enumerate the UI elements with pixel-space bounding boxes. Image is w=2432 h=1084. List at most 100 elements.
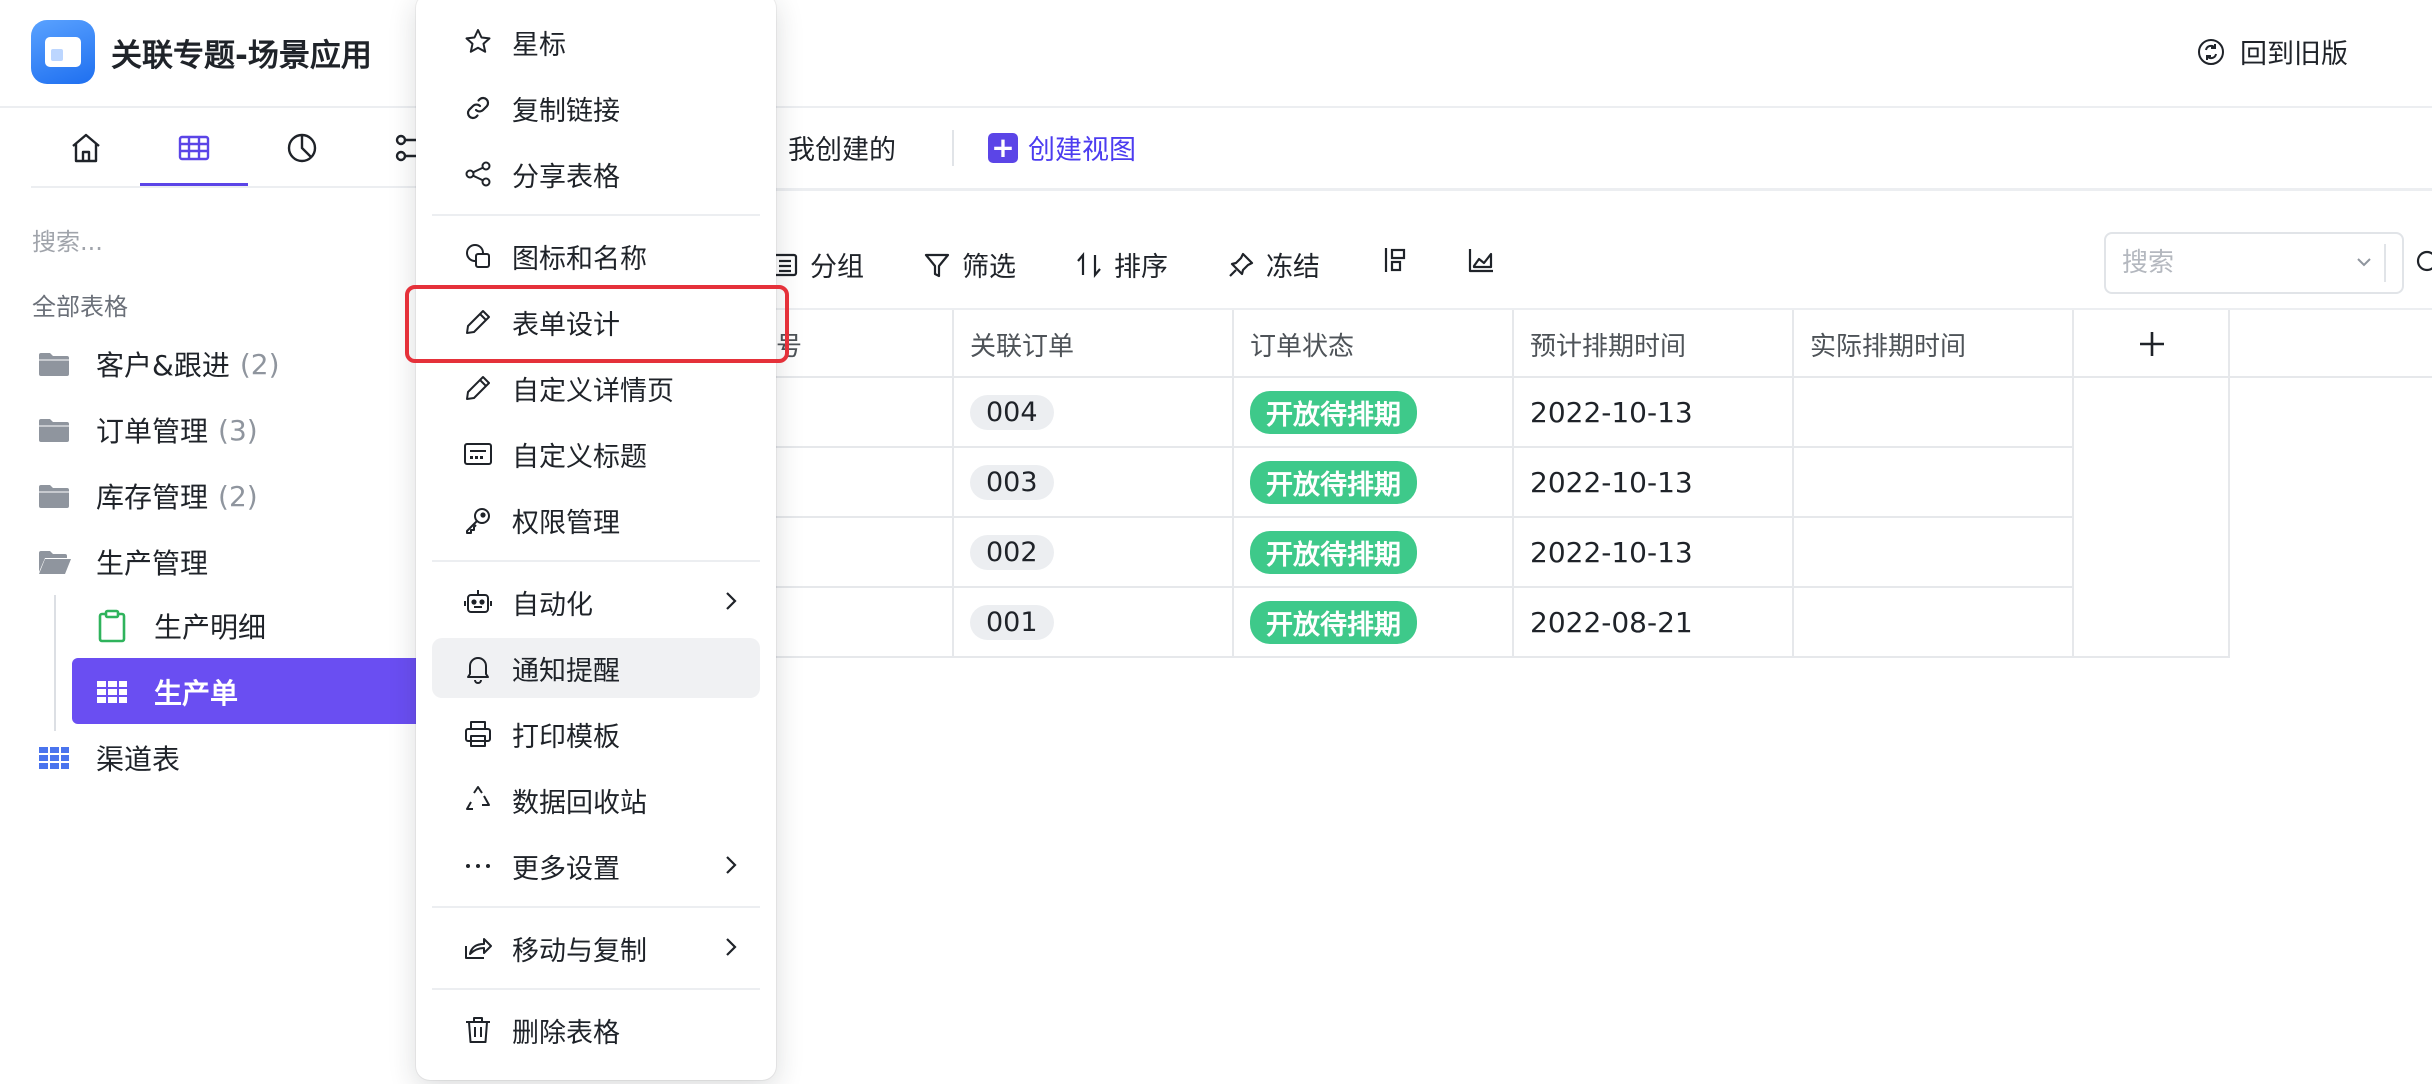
column-header-related-order[interactable]: 关联订单 (954, 312, 1232, 376)
sidebar-item-count: (3) (218, 413, 258, 447)
table-cell-planned[interactable]: 2022-08-21 (1514, 587, 1792, 657)
sidebar-item-label: 生产单 (154, 677, 239, 710)
table-grid-icon (178, 135, 210, 161)
title-icon (464, 443, 492, 465)
sort-icon (1077, 251, 1101, 278)
table-cell-order[interactable]: 004 (954, 377, 1232, 447)
menu-item-label: 打印模板 (512, 721, 620, 753)
sidebar-item-inventory[interactable]: 库存管理 (2) (36, 468, 258, 524)
view-my-created[interactable]: 我创建的 (762, 128, 896, 167)
freeze-label: 冻结 (1266, 252, 1320, 283)
share-icon (465, 161, 491, 187)
sidebar-item-production[interactable]: 生产管理 (36, 534, 208, 590)
bell-icon (467, 657, 489, 684)
table-cell-actual[interactable] (1794, 377, 2072, 447)
table-cell-planned[interactable]: 2022-10-13 (1514, 517, 1792, 587)
menu-divider (432, 214, 760, 216)
table-cell-actual[interactable] (1794, 587, 2072, 657)
menu-item-more-settings[interactable]: 更多设置 (432, 836, 760, 896)
table-cell-status[interactable]: 开放待排期 (1234, 447, 1512, 517)
chevron-right-icon (726, 856, 737, 874)
tab-home[interactable] (46, 127, 126, 169)
table-cell-planned[interactable]: 2022-10-13 (1514, 377, 1792, 447)
column-header-actual-time[interactable]: 实际排期时间 (1794, 312, 2072, 376)
table-search-input[interactable] (2122, 248, 2322, 278)
sidebar-item-production-order[interactable]: 生产单 (94, 664, 238, 720)
table-cell-order[interactable]: 002 (954, 517, 1232, 587)
tab-charts[interactable] (262, 127, 342, 169)
table-cell-order[interactable]: 001 (954, 587, 1232, 657)
more-icon (466, 864, 490, 868)
table-cell-order[interactable]: 003 (954, 447, 1232, 517)
sidebar-item-label: 生产管理 (96, 547, 209, 580)
sidebar-item-orders[interactable]: 订单管理 (3) (36, 402, 258, 458)
menu-item-custom-detail-page[interactable]: 自定义详情页 (432, 358, 760, 418)
table-cell-status[interactable]: 开放待排期 (1234, 377, 1512, 447)
move-icon (465, 938, 492, 959)
filter-label: 筛选 (962, 252, 1016, 283)
create-view-button[interactable]: + 创建视图 (988, 128, 1136, 167)
menu-item-print-template[interactable]: 打印模板 (432, 704, 760, 764)
table-cell-actual[interactable] (1794, 447, 2072, 517)
view-my-created-label: 我创建的 (788, 135, 896, 166)
menu-item-label: 数据回收站 (512, 787, 647, 819)
column-header-order-status[interactable]: 订单状态 (1234, 312, 1512, 376)
back-old-version-button[interactable]: 回到旧版 (2196, 32, 2348, 71)
plus-icon (2140, 332, 2164, 356)
chevron-down-icon[interactable] (2352, 250, 2376, 274)
link-icon (466, 96, 490, 120)
menu-item-icon-and-name[interactable]: 图标和名称 (432, 226, 760, 286)
plus-icon: + (988, 132, 1018, 163)
table-context-menu: 星标 复制链接 分享表格 图标和名称 表单设计 自定义详情页 自定义标题 权限管… (416, 0, 776, 1080)
menu-item-star[interactable]: 星标 (432, 12, 760, 72)
table-cell-status[interactable]: 开放待排期 (1234, 517, 1512, 587)
recycle-icon (466, 786, 490, 810)
filter-button[interactable]: 筛选 (922, 245, 1016, 284)
chart-view-button[interactable] (1466, 245, 1506, 275)
sidebar-item-customers[interactable]: 客户&跟进 (2) (36, 336, 280, 392)
menu-item-automation[interactable]: 自动化 (432, 572, 760, 632)
order-chip: 004 (970, 394, 1054, 430)
menu-item-custom-title[interactable]: 自定义标题 (432, 424, 760, 484)
table-cell-actual[interactable] (1794, 517, 2072, 587)
filter-icon (924, 253, 950, 277)
menu-item-label: 自定义标题 (512, 441, 647, 473)
column-header-planned-time[interactable]: 预计排期时间 (1514, 312, 1792, 376)
search-icon[interactable] (2414, 248, 2432, 278)
search-divider (2384, 244, 2386, 282)
row-height-button[interactable] (1380, 245, 1420, 275)
menu-item-permissions[interactable]: 权限管理 (432, 490, 760, 550)
menu-item-delete-table[interactable]: 删除表格 (432, 1000, 760, 1060)
menu-item-label: 更多设置 (512, 853, 620, 885)
sort-button[interactable]: 排序 (1074, 245, 1168, 284)
menu-item-notifications[interactable]: 通知提醒 (432, 638, 760, 698)
refresh-circle-icon (2198, 38, 2224, 65)
order-chip: 003 (970, 464, 1054, 500)
tree-guide-line (54, 595, 56, 731)
table-cell-status[interactable]: 开放待排期 (1234, 587, 1512, 657)
sidebar-item-channels[interactable]: 渠道表 (36, 730, 180, 786)
add-column-button[interactable] (2074, 312, 2230, 376)
robot-icon (464, 590, 492, 613)
sidebar-item-count: (2) (239, 347, 280, 381)
menu-divider (432, 906, 760, 908)
chevron-right-icon (726, 938, 737, 956)
sidebar-item-label: 客户&跟进 (96, 349, 230, 382)
menu-item-label: 星标 (512, 29, 566, 61)
chevron-right-icon (726, 592, 737, 610)
sidebar-item-production-detail[interactable]: 生产明细 (94, 598, 266, 654)
tab-tables[interactable] (154, 127, 234, 169)
row-height-icon (1384, 248, 1406, 272)
menu-item-share-table[interactable]: 分享表格 (432, 144, 760, 204)
menu-item-copy-link[interactable]: 复制链接 (432, 78, 760, 138)
view-bar-divider (760, 188, 2432, 191)
folder-icon (39, 353, 69, 376)
menu-item-recycle-bin[interactable]: 数据回收站 (432, 770, 760, 830)
sidebar-search-input[interactable]: 搜索... (32, 222, 103, 257)
table-cell-planned[interactable]: 2022-10-13 (1514, 447, 1792, 517)
group-button[interactable]: 分组 (770, 245, 864, 284)
freeze-button[interactable]: 冻结 (1226, 245, 1320, 284)
menu-item-move-copy[interactable]: 移动与复制 (432, 918, 760, 978)
menu-item-label: 图标和名称 (512, 243, 647, 275)
order-chip: 002 (970, 534, 1054, 570)
